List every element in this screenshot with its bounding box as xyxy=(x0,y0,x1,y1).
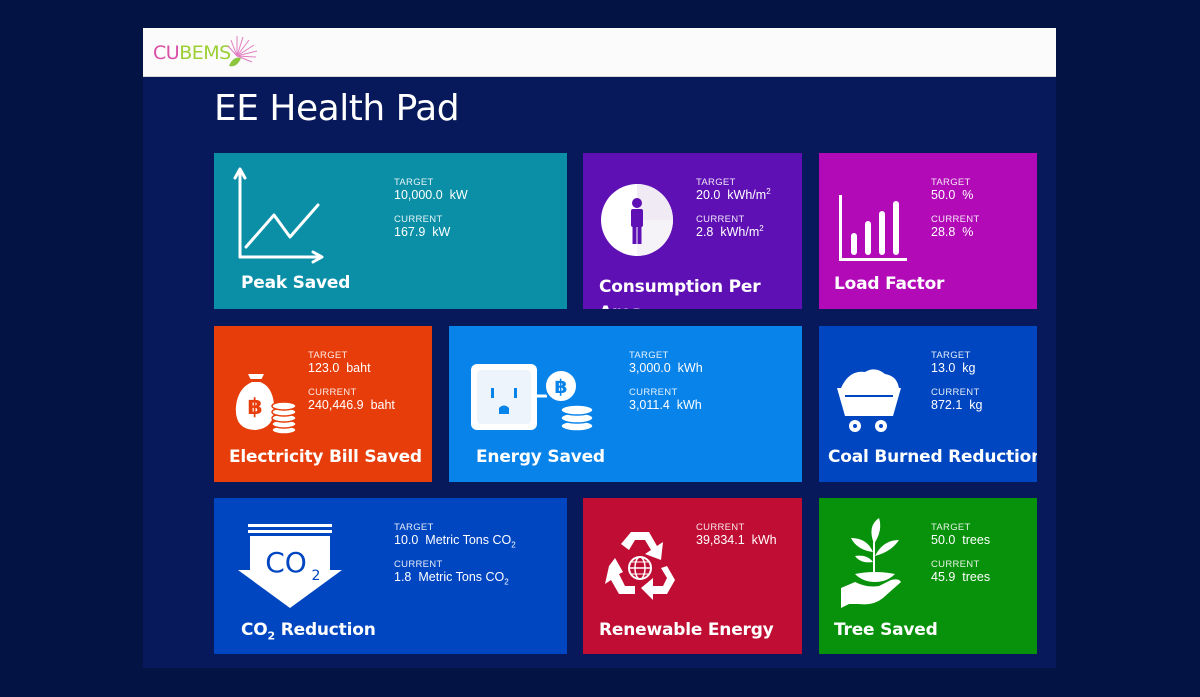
coal-cart-icon xyxy=(837,369,901,434)
target-label: TARGET xyxy=(394,522,434,533)
current-label: CURRENT xyxy=(394,559,443,570)
current-value: 3,011.4 kWh xyxy=(629,398,702,412)
metrics: TARGET 50.0 trees CURRENT 45.9 trees xyxy=(931,522,990,596)
current-label: CURRENT xyxy=(629,387,678,398)
target-value: 50.0 % xyxy=(931,188,974,202)
app-frame: CUBEMS EE Health Pad Peak Saved TARGET 1… xyxy=(143,28,1056,668)
flower-logo-icon xyxy=(227,36,257,67)
bar-chart-icon xyxy=(839,195,907,261)
metrics: TARGET 50.0 % CURRENT 28.8 % xyxy=(931,177,980,251)
current-label: CURRENT xyxy=(696,214,745,225)
current-label: CURRENT xyxy=(931,214,980,225)
svg-text:฿: ฿ xyxy=(247,395,262,420)
current-label: CURRENT xyxy=(696,522,745,533)
tile-title: Consumption Per Area xyxy=(599,277,761,309)
target-label: TARGET xyxy=(931,522,971,533)
target-value: 10.0 Metric Tons CO2 xyxy=(394,533,516,550)
tile-title: Energy Saved xyxy=(476,447,605,467)
tile-electricity-bill-saved[interactable]: ฿ Electricity Bill Saved TARGET 123.0 ba… xyxy=(214,326,432,482)
current-value: 39,834.1 kWh xyxy=(696,533,777,547)
target-label: TARGET xyxy=(931,177,971,188)
tile-title: CO2 Reduction xyxy=(241,620,376,643)
metrics: TARGET 3,000.0 kWh CURRENT 3,011.4 kWh xyxy=(629,350,703,424)
tile-title: Peak Saved xyxy=(241,273,351,293)
target-label: TARGET xyxy=(308,350,348,361)
target-value: 50.0 trees xyxy=(931,533,991,547)
target-label: TARGET xyxy=(394,177,434,188)
metrics: TARGET 123.0 baht CURRENT 240,446.9 baht xyxy=(308,350,395,424)
target-value: 20.0 kWh/m2 xyxy=(696,186,771,202)
tile-consumption-per-area[interactable]: Consumption Per Area TARGET 20.0 kWh/m2 … xyxy=(583,153,802,309)
hand-plant-icon xyxy=(841,518,901,608)
target-value: 13.0 kg xyxy=(931,361,976,375)
current-value: 167.9 kW xyxy=(394,225,451,239)
power-outlet-icon: ฿ xyxy=(471,364,594,432)
target-value: 3,000.0 kWh xyxy=(629,361,703,375)
cubems-logo[interactable]: CUBEMS xyxy=(153,34,263,72)
current-label: CURRENT xyxy=(931,559,980,570)
co2-arrow-icon: CO 2 xyxy=(238,524,342,608)
tile-title: Renewable Energy xyxy=(599,620,774,640)
metrics: TARGET 10,000.0 kW CURRENT 167.9 kW xyxy=(394,177,468,251)
target-value: 123.0 baht xyxy=(308,361,371,375)
current-value: 240,446.9 baht xyxy=(308,398,395,412)
svg-text:฿: ฿ xyxy=(554,376,567,398)
metrics: TARGET 13.0 kg CURRENT 872.1 kg xyxy=(931,350,982,424)
current-value: 872.1 kg xyxy=(931,398,983,412)
co2-icon-sub: 2 xyxy=(312,568,321,584)
tile-peak-saved[interactable]: Peak Saved TARGET 10,000.0 kW CURRENT 16… xyxy=(214,153,567,309)
tile-title: Load Factor xyxy=(834,274,945,294)
target-label: TARGET xyxy=(629,350,669,361)
co2-icon-text: CO xyxy=(265,546,307,579)
metrics: TARGET 20.0 kWh/m2 CURRENT 2.8 kWh/m2 xyxy=(696,177,771,251)
top-bar: CUBEMS xyxy=(143,28,1056,77)
current-value: 28.8 % xyxy=(931,225,974,239)
tile-coal-burned-reduction[interactable]: Coal Burned Reduction TARGET 13.0 kg CUR… xyxy=(819,326,1037,482)
tile-title: Tree Saved xyxy=(834,620,938,640)
line-chart-icon xyxy=(233,167,324,264)
current-value: 45.9 trees xyxy=(931,570,991,584)
tile-title: Electricity Bill Saved xyxy=(229,447,422,467)
target-label: TARGET xyxy=(696,177,736,188)
logo-text: CUBEMS xyxy=(153,42,231,64)
tile-tree-saved[interactable]: Tree Saved TARGET 50.0 trees CURRENT 45.… xyxy=(819,498,1037,654)
current-value: 2.8 kWh/m2 xyxy=(696,223,764,239)
tile-co2-reduction[interactable]: CO 2 CO2 Reduction TARGET 10.0 Metric To… xyxy=(214,498,567,654)
metrics: TARGET 10.0 Metric Tons CO2 CURRENT 1.8 … xyxy=(394,522,516,596)
tile-renewable-energy[interactable]: Renewable Energy CURRENT 39,834.1 kWh xyxy=(583,498,802,654)
metrics: CURRENT 39,834.1 kWh xyxy=(696,522,777,559)
target-value: 10,000.0 kW xyxy=(394,188,468,202)
recycle-globe-icon xyxy=(605,532,675,600)
tile-energy-saved[interactable]: ฿ Energy Saved TARGET 3,000.0 kWh CURREN… xyxy=(449,326,802,482)
page-title: EE Health Pad xyxy=(214,88,460,129)
current-label: CURRENT xyxy=(931,387,980,398)
tile-title: Coal Burned Reduction xyxy=(828,447,1037,467)
current-label: CURRENT xyxy=(308,387,357,398)
money-bag-icon: ฿ xyxy=(235,374,297,435)
tile-load-factor[interactable]: Load Factor TARGET 50.0 % CURRENT 28.8 % xyxy=(819,153,1037,309)
person-area-icon xyxy=(601,184,673,256)
current-label: CURRENT xyxy=(394,214,443,225)
target-label: TARGET xyxy=(931,350,971,361)
current-value: 1.8 Metric Tons CO2 xyxy=(394,570,509,587)
